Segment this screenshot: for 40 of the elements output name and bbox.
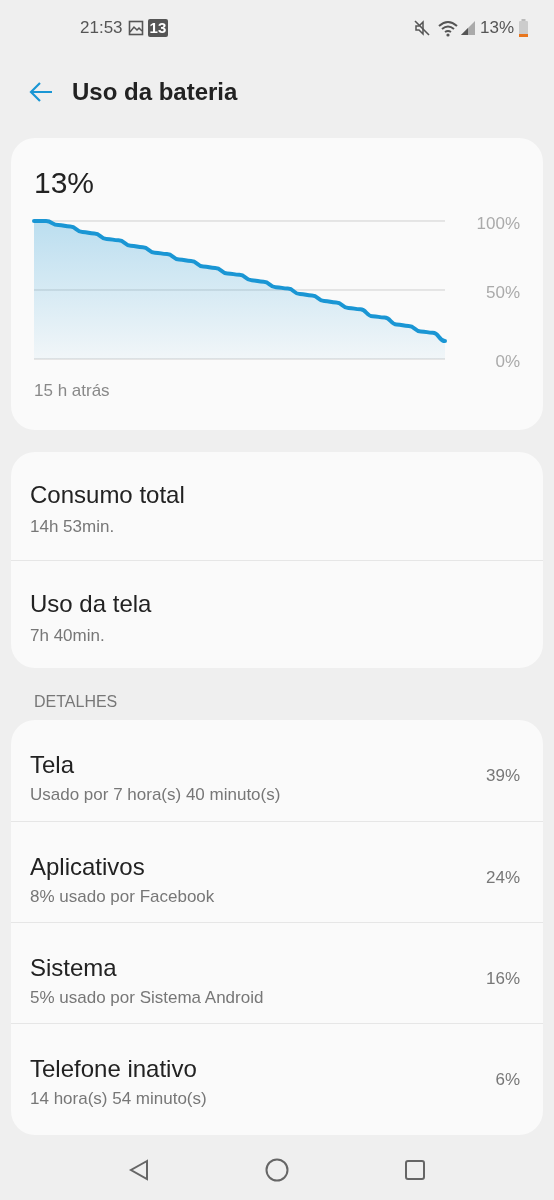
signal-icon — [459, 19, 476, 36]
notification-badge: 13 — [147, 18, 169, 37]
status-time: 21:53 — [80, 16, 123, 39]
row-title: Uso da tela — [30, 589, 153, 619]
y-axis-label: 50% — [485, 283, 520, 302]
battery-level-text: 13% — [34, 165, 95, 201]
home-nav-button[interactable] — [264, 1157, 290, 1183]
row-title: Consumo total — [30, 480, 186, 510]
back-arrow-icon — [28, 81, 54, 103]
row-title: Aplicativos — [30, 852, 146, 882]
usage-percent: 16% — [485, 968, 520, 990]
row-subtitle: 5% usado por Sistema Android — [30, 987, 264, 1009]
row-title: Telefone inativo — [30, 1054, 198, 1084]
detail-row[interactable]: Sistema 5% usado por Sistema Android 16% — [11, 922, 543, 1023]
time-ago-label: 15 h atrás — [34, 380, 110, 402]
usage-percent: 24% — [485, 867, 520, 889]
battery-percent: 13% — [479, 16, 514, 39]
wifi-icon — [436, 18, 459, 37]
row-subtitle: 14h 53min. — [30, 516, 116, 538]
summary-row[interactable]: Consumo total 14h 53min. — [11, 452, 543, 560]
row-subtitle: 14 hora(s) 54 minuto(s) — [30, 1088, 207, 1110]
row-subtitle: Usado por 7 hora(s) 40 minuto(s) — [30, 784, 281, 806]
summary-row[interactable]: Uso da tela 7h 40min. — [11, 560, 543, 668]
detail-row[interactable]: Telefone inativo 14 hora(s) 54 minuto(s) 6% — [11, 1023, 543, 1124]
row-subtitle: 8% usado por Facebook — [30, 886, 215, 908]
detail-row[interactable]: Tela Usado por 7 hora(s) 40 minuto(s) 39% — [11, 720, 543, 821]
section-header: DETALHES — [33, 692, 119, 712]
y-axis-label: 100% — [476, 214, 520, 233]
detail-row[interactable]: Aplicativos 8% usado por Facebook 24% — [11, 821, 543, 922]
row-title: Sistema — [30, 953, 118, 983]
battery-icon — [519, 18, 528, 37]
y-axis-label: 0% — [495, 352, 520, 371]
recents-nav-button[interactable] — [403, 1158, 428, 1182]
image-icon — [127, 19, 144, 36]
row-title: Tela — [30, 750, 76, 780]
row-subtitle: 7h 40min. — [30, 625, 106, 647]
page-title: Uso da bateria — [72, 77, 238, 107]
mute-icon — [412, 18, 431, 37]
usage-percent: 39% — [485, 765, 520, 787]
usage-percent: 6% — [495, 1069, 520, 1091]
